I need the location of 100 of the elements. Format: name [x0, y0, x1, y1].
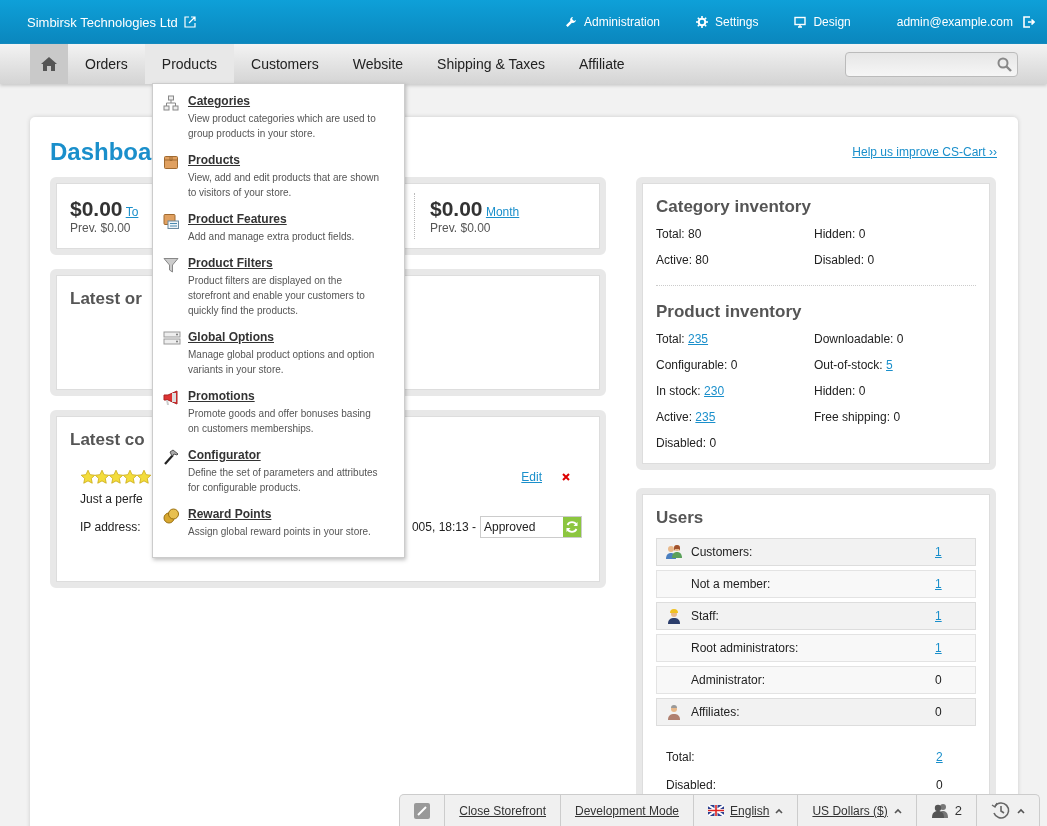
worker-icon	[666, 608, 682, 624]
header-link[interactable]: Settings	[696, 15, 759, 29]
user-group-label: Staff:	[691, 609, 720, 623]
stat-text: Out-of-stock: 5	[814, 358, 894, 372]
menu-item-link[interactable]: Product Filters	[188, 256, 382, 270]
user-group-label: Administrator:	[691, 673, 767, 687]
menu-item-link[interactable]: Product Features	[188, 212, 382, 226]
status-select[interactable]: Approved	[480, 516, 582, 538]
box-with-list-icon	[163, 213, 179, 229]
previous-amount: Prev. $0.00	[70, 221, 132, 235]
currency-link[interactable]: US Dollars ($)	[812, 803, 888, 818]
header-link[interactable]: Design	[794, 15, 851, 29]
external-link-icon[interactable]	[183, 16, 196, 28]
online-count: 2	[954, 803, 962, 818]
edit-link[interactable]: Edit	[521, 470, 542, 484]
stat-text: Active: 80	[656, 253, 710, 267]
nav-tab[interactable]: Shipping & Taxes	[420, 44, 562, 84]
stat-value: 80	[688, 227, 702, 241]
user-group-label: Root administrators:	[691, 641, 800, 655]
star-icon	[123, 470, 137, 484]
previous-amount: Prev. $0.00	[430, 221, 492, 235]
ip-label: IP address:	[80, 520, 141, 534]
header-link[interactable]: Administration	[565, 15, 661, 29]
menu-item-description: View product categories which are used to group products in your store.	[188, 112, 377, 141]
stat-link[interactable]: 5	[886, 358, 893, 372]
stat-value: 0	[858, 227, 866, 241]
panel-title: Users	[656, 508, 704, 528]
megaphone-icon	[163, 390, 179, 406]
star-icon	[109, 470, 123, 484]
nav-tab[interactable]: Website	[335, 44, 421, 84]
wrench-icon	[565, 16, 577, 28]
stat-value: 0	[896, 332, 904, 346]
total-label: Total:	[666, 750, 696, 766]
total-label: Disabled:	[666, 778, 718, 794]
user-email-link[interactable]: admin@example.com	[896, 15, 1013, 29]
comment-date: 005, 18:13 -	[411, 520, 476, 534]
star-icon	[81, 470, 95, 484]
caret-up-icon[interactable]	[775, 807, 784, 814]
stat-text: Hidden: 0	[814, 384, 867, 398]
stat-value: 0	[867, 253, 875, 267]
caret-up-icon[interactable]	[1017, 807, 1025, 814]
stat-text: Disabled: 0	[656, 436, 718, 450]
refresh-icon	[565, 520, 579, 534]
count-link[interactable]: 2	[936, 750, 976, 778]
nav-tab[interactable]: Customers	[234, 44, 336, 84]
period-link[interactable]: Month	[485, 205, 520, 219]
stat-text: Hidden: 0	[814, 227, 867, 241]
stat-text: Total: 235	[656, 332, 710, 346]
stat-link[interactable]: 235	[695, 410, 716, 424]
list-rows-icon	[163, 331, 181, 345]
menu-item-link[interactable]: Configurator	[188, 448, 382, 462]
history-clock-icon[interactable]	[991, 800, 1011, 821]
stat-text: Free shipping: 0	[814, 410, 902, 424]
user-group-label: Affiliates:	[691, 705, 741, 719]
page-title: Dashboa	[50, 138, 152, 166]
hierarchy-icon	[163, 95, 179, 111]
hammer-icon	[163, 449, 179, 465]
help-link[interactable]: Help us improve CS-Cart ››	[852, 145, 997, 159]
stat-text: Total: 80	[656, 227, 703, 241]
search-field[interactable]	[845, 51, 1018, 77]
panel-title: Product inventory	[656, 302, 802, 322]
coins-icon	[163, 508, 179, 524]
menu-item-description: Promote goods and offer bonuses basing on customers memberships.	[188, 407, 372, 436]
delete-icon[interactable]	[562, 473, 570, 481]
stat-link[interactable]: 235	[688, 332, 709, 346]
gear-icon	[696, 16, 709, 28]
menu-item-description: Assign global reward points in your store.	[188, 525, 372, 539]
sales-amount: $0.00	[430, 197, 483, 220]
company-name[interactable]: Simbirsk Technologies Ltd	[27, 14, 178, 30]
menu-item-description: Define the set of parameters and attributes for configurable products.	[188, 466, 379, 495]
menu-item-link[interactable]: Global Options	[188, 330, 382, 344]
menu-item-link[interactable]: Products	[188, 153, 382, 167]
funnel-icon	[163, 257, 179, 273]
stat-text: Downloadable: 0	[814, 332, 905, 346]
menu-item-link[interactable]: Promotions	[188, 389, 382, 403]
person-icon	[666, 704, 682, 720]
period-link[interactable]: To	[125, 205, 139, 219]
search-icon	[997, 56, 1012, 72]
nav-tab[interactable]: Orders	[68, 44, 145, 84]
language-link[interactable]: English	[730, 803, 770, 818]
count-value: 0	[936, 778, 944, 794]
people-icon	[665, 544, 683, 560]
stat-value: 0	[709, 436, 717, 450]
menu-item-description: View, add and edit products that are shown to visitors of your store.	[188, 171, 381, 200]
box-icon	[163, 154, 179, 170]
nav-tab[interactable]: Products	[144, 44, 235, 84]
logout-icon[interactable]	[1023, 16, 1035, 28]
development-mode-link[interactable]: Development Mode	[561, 795, 695, 826]
menu-item-link[interactable]: Reward Points	[188, 507, 382, 521]
menu-item-link[interactable]: Categories	[188, 94, 382, 108]
star-icon	[137, 470, 151, 484]
user-group-label: Customers:	[691, 545, 754, 559]
close-storefront-link[interactable]: Close Storefront	[445, 795, 561, 826]
stat-text: In stock: 230	[656, 384, 726, 398]
nav-tab[interactable]: Affiliate	[562, 44, 642, 84]
stat-link[interactable]: 230	[704, 384, 725, 398]
home-tab[interactable]	[30, 44, 68, 84]
caret-up-icon[interactable]	[893, 807, 902, 814]
panel-title: Category inventory	[656, 197, 811, 217]
users-icon[interactable]	[930, 803, 949, 818]
